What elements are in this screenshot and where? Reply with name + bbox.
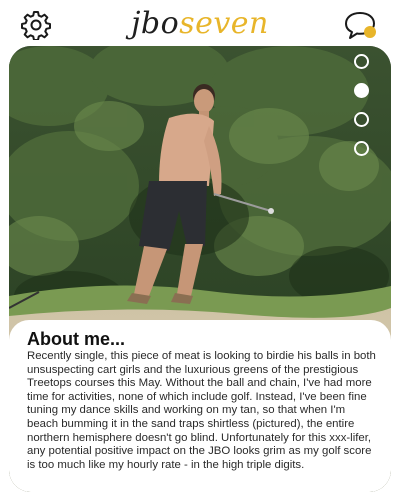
photo-carousel-indicator xyxy=(354,54,370,170)
logo-text-seven: seven xyxy=(179,6,269,41)
notification-dot xyxy=(364,26,376,38)
carousel-dot-4[interactable] xyxy=(354,141,369,156)
about-title: About me... xyxy=(27,329,125,349)
carousel-dot-1[interactable] xyxy=(354,54,369,69)
app-header: jboseven xyxy=(0,0,400,48)
carousel-dot-3[interactable] xyxy=(354,112,369,127)
carousel-dot-2-active[interactable] xyxy=(354,83,369,98)
about-me-panel: About me... Recently single, this piece … xyxy=(9,320,391,492)
about-body: Recently single, this piece of meat is l… xyxy=(27,350,376,471)
logo-text-jbo: jbo xyxy=(131,6,180,41)
chat-bubble-icon[interactable] xyxy=(344,10,380,42)
app-logo: jboseven xyxy=(0,4,400,44)
